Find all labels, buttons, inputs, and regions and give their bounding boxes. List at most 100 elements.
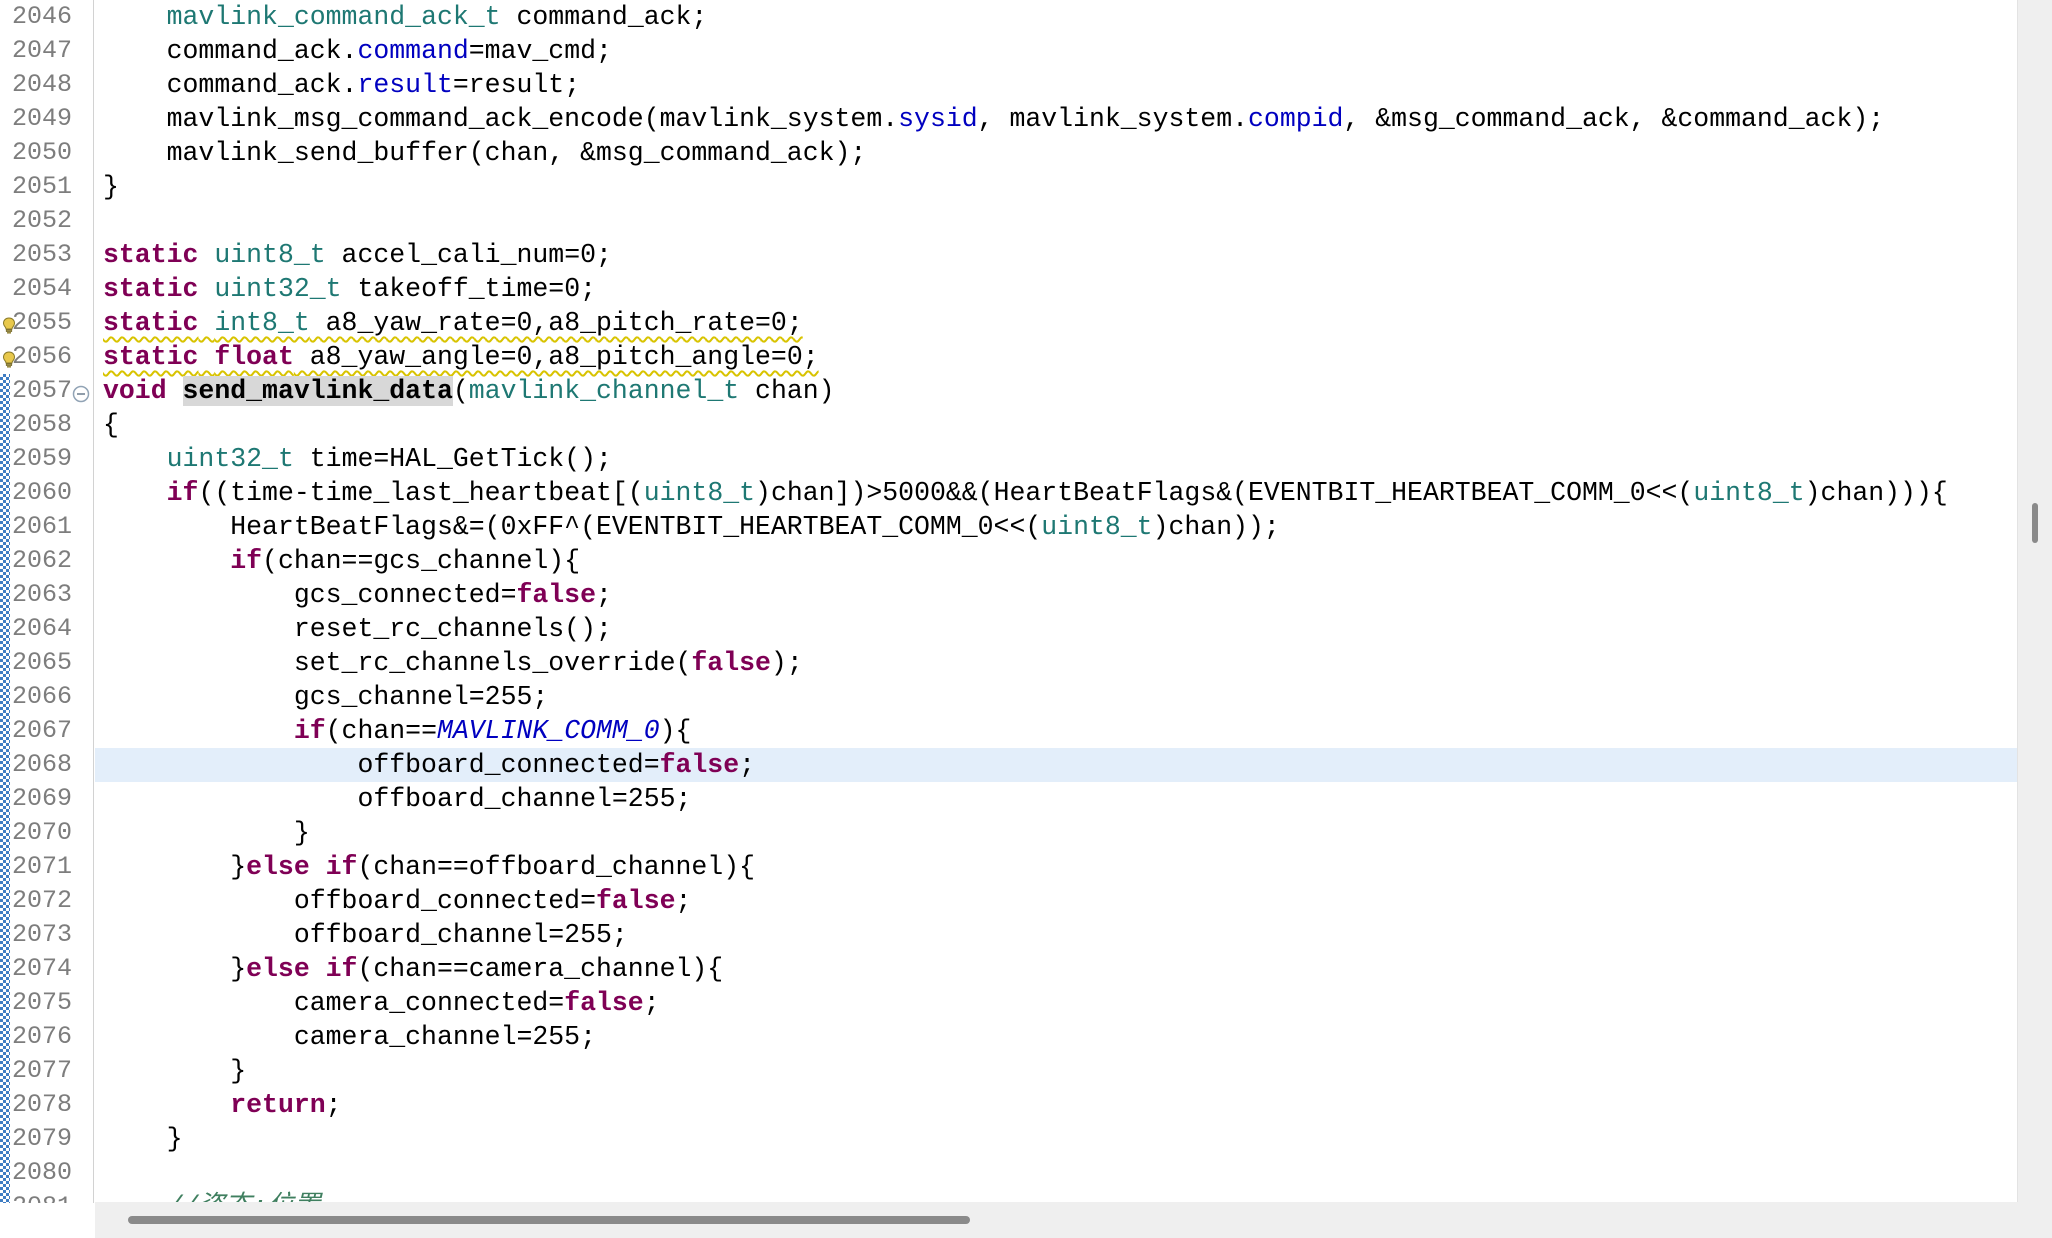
line-number[interactable]: 2056 [12,340,74,374]
code-text: mavlink_send_buffer(chan, &msg_command_a… [103,136,866,170]
code-line[interactable]: 2052 [0,204,2018,238]
line-number[interactable]: 2081 [12,1190,74,1203]
code-line[interactable]: 2074 }else if(chan==camera_channel){ [0,952,2018,986]
code-line[interactable]: 2069 offboard_channel=255; [0,782,2018,816]
code-text: camera_channel=255; [103,1020,596,1054]
line-number[interactable]: 2046 [12,0,74,34]
line-number[interactable]: 2055 [12,306,74,340]
code-line[interactable]: 2076 camera_channel=255; [0,1020,2018,1054]
code-text: if(chan==gcs_channel){ [103,544,580,578]
code-line[interactable]: 2080 [0,1156,2018,1190]
code-line[interactable]: 2053static uint8_t accel_cali_num=0; [0,238,2018,272]
code-line[interactable]: 2049 mavlink_msg_command_ack_encode(mavl… [0,102,2018,136]
horizontal-scrollbar-thumb[interactable] [128,1216,970,1224]
vertical-scrollbar-thumb[interactable] [2032,503,2038,543]
line-number[interactable]: 2051 [12,170,74,204]
code-line[interactable]: 2062 if(chan==gcs_channel){ [0,544,2018,578]
code-text: command_ack.command=mav_cmd; [103,34,612,68]
line-number[interactable]: 2058 [12,408,74,442]
code-line[interactable]: 2078 return; [0,1088,2018,1122]
line-number[interactable]: 2069 [12,782,74,816]
line-number[interactable]: 2048 [12,68,74,102]
code-text: } [103,1054,246,1088]
line-number[interactable]: 2064 [12,612,74,646]
line-number[interactable]: 2050 [12,136,74,170]
code-line[interactable]: 2047 command_ack.command=mav_cmd; [0,34,2018,68]
line-number[interactable]: 2077 [12,1054,74,1088]
code-text: return; [103,1088,342,1122]
code-line-current[interactable]: 2068 offboard_connected=false; [0,748,2018,782]
code-text: reset_rc_channels(); [103,612,612,646]
code-viewport[interactable]: 2046 mavlink_command_ack_t command_ack;2… [0,0,2018,1203]
line-number[interactable]: 2049 [12,102,74,136]
code-line[interactable]: 2058 { [0,408,2018,442]
code-text: offboard_connected=false; [103,884,691,918]
code-line[interactable]: 2050 mavlink_send_buffer(chan, &msg_comm… [0,136,2018,170]
line-number[interactable]: 2073 [12,918,74,952]
line-number[interactable]: 2060 [12,476,74,510]
line-background [95,816,2018,850]
code-line[interactable]: 2072 offboard_connected=false; [0,884,2018,918]
code-text: static float a8_yaw_angle=0,a8_pitch_ang… [103,340,819,374]
code-line[interactable]: 2051} [0,170,2018,204]
code-line[interactable]: 2070 } [0,816,2018,850]
code-line[interactable]: 2073 offboard_channel=255; [0,918,2018,952]
code-line[interactable]: 2079 } [0,1122,2018,1156]
code-line[interactable]: 2060 if((time-time_last_heartbeat[(uint8… [0,476,2018,510]
code-line[interactable]: 2048 command_ack.result=result; [0,68,2018,102]
code-text: }else if(chan==camera_channel){ [103,952,723,986]
code-line[interactable]: 2054static uint32_t takeoff_time=0; [0,272,2018,306]
code-line[interactable]: 2056 static float a8_yaw_angle=0,a8_pitch… [0,340,2018,374]
code-text: { [103,408,119,442]
line-number[interactable]: 2061 [12,510,74,544]
code-line[interactable]: 2077 } [0,1054,2018,1088]
line-number[interactable]: 2068 [12,748,74,782]
code-line[interactable]: 2059 uint32_t time=HAL_GetTick(); [0,442,2018,476]
line-number[interactable]: 2074 [12,952,74,986]
code-text: mavlink_command_ack_t command_ack; [103,0,707,34]
line-number[interactable]: 2057 [12,374,74,408]
code-text: uint32_t time=HAL_GetTick(); [103,442,612,476]
line-background [95,1122,2018,1156]
vertical-scrollbar-track[interactable] [2017,0,2052,1238]
line-number[interactable]: 2063 [12,578,74,612]
line-number[interactable]: 2065 [12,646,74,680]
code-line[interactable]: 2064 reset_rc_channels(); [0,612,2018,646]
code-line[interactable]: 2071 }else if(chan==offboard_channel){ [0,850,2018,884]
line-number[interactable]: 2080 [12,1156,74,1190]
code-line[interactable]: 2057 void send_mavlink_data(mavlink_chann… [0,374,2018,408]
code-line[interactable]: 2065 set_rc_channels_override(false); [0,646,2018,680]
horizontal-scrollbar-track[interactable] [95,1202,2018,1238]
code-line[interactable]: 2066 gcs_channel=255; [0,680,2018,714]
fold-collapse-icon[interactable] [72,382,90,400]
line-number[interactable]: 2059 [12,442,74,476]
code-line[interactable]: 2055static int8_t a8_yaw_rate=0,a8_pitch… [0,306,2018,340]
line-background [95,1054,2018,1088]
code-text: void send_mavlink_data(mavlink_channel_t… [103,374,835,408]
line-number[interactable]: 2066 [12,680,74,714]
code-text: offboard_channel=255; [103,782,691,816]
code-text: offboard_channel=255; [103,918,628,952]
line-number[interactable]: 2078 [12,1088,74,1122]
line-number[interactable]: 2054 [12,272,74,306]
line-number[interactable]: 2076 [12,1020,74,1054]
code-line[interactable]: 2063 gcs_connected=false; [0,578,2018,612]
code-text: offboard_connected=false; [103,748,755,782]
line-number[interactable]: 2062 [12,544,74,578]
line-number[interactable]: 2052 [12,204,74,238]
code-line[interactable]: 2067 if(chan==MAVLINK_COMM_0){ [0,714,2018,748]
line-background [95,204,2018,238]
line-number[interactable]: 2070 [12,816,74,850]
line-number[interactable]: 2047 [12,34,74,68]
code-text: } [103,816,310,850]
code-line[interactable]: 2061 HeartBeatFlags&=(0xFF^(EVENTBIT_HEA… [0,510,2018,544]
line-number[interactable]: 2071 [12,850,74,884]
line-number[interactable]: 2075 [12,986,74,1020]
code-line[interactable]: 2075 camera_connected=false; [0,986,2018,1020]
line-background [95,1156,2018,1190]
line-number[interactable]: 2079 [12,1122,74,1156]
line-number[interactable]: 2067 [12,714,74,748]
code-line[interactable]: 2046 mavlink_command_ack_t command_ack; [0,0,2018,34]
line-number[interactable]: 2072 [12,884,74,918]
line-number[interactable]: 2053 [12,238,74,272]
